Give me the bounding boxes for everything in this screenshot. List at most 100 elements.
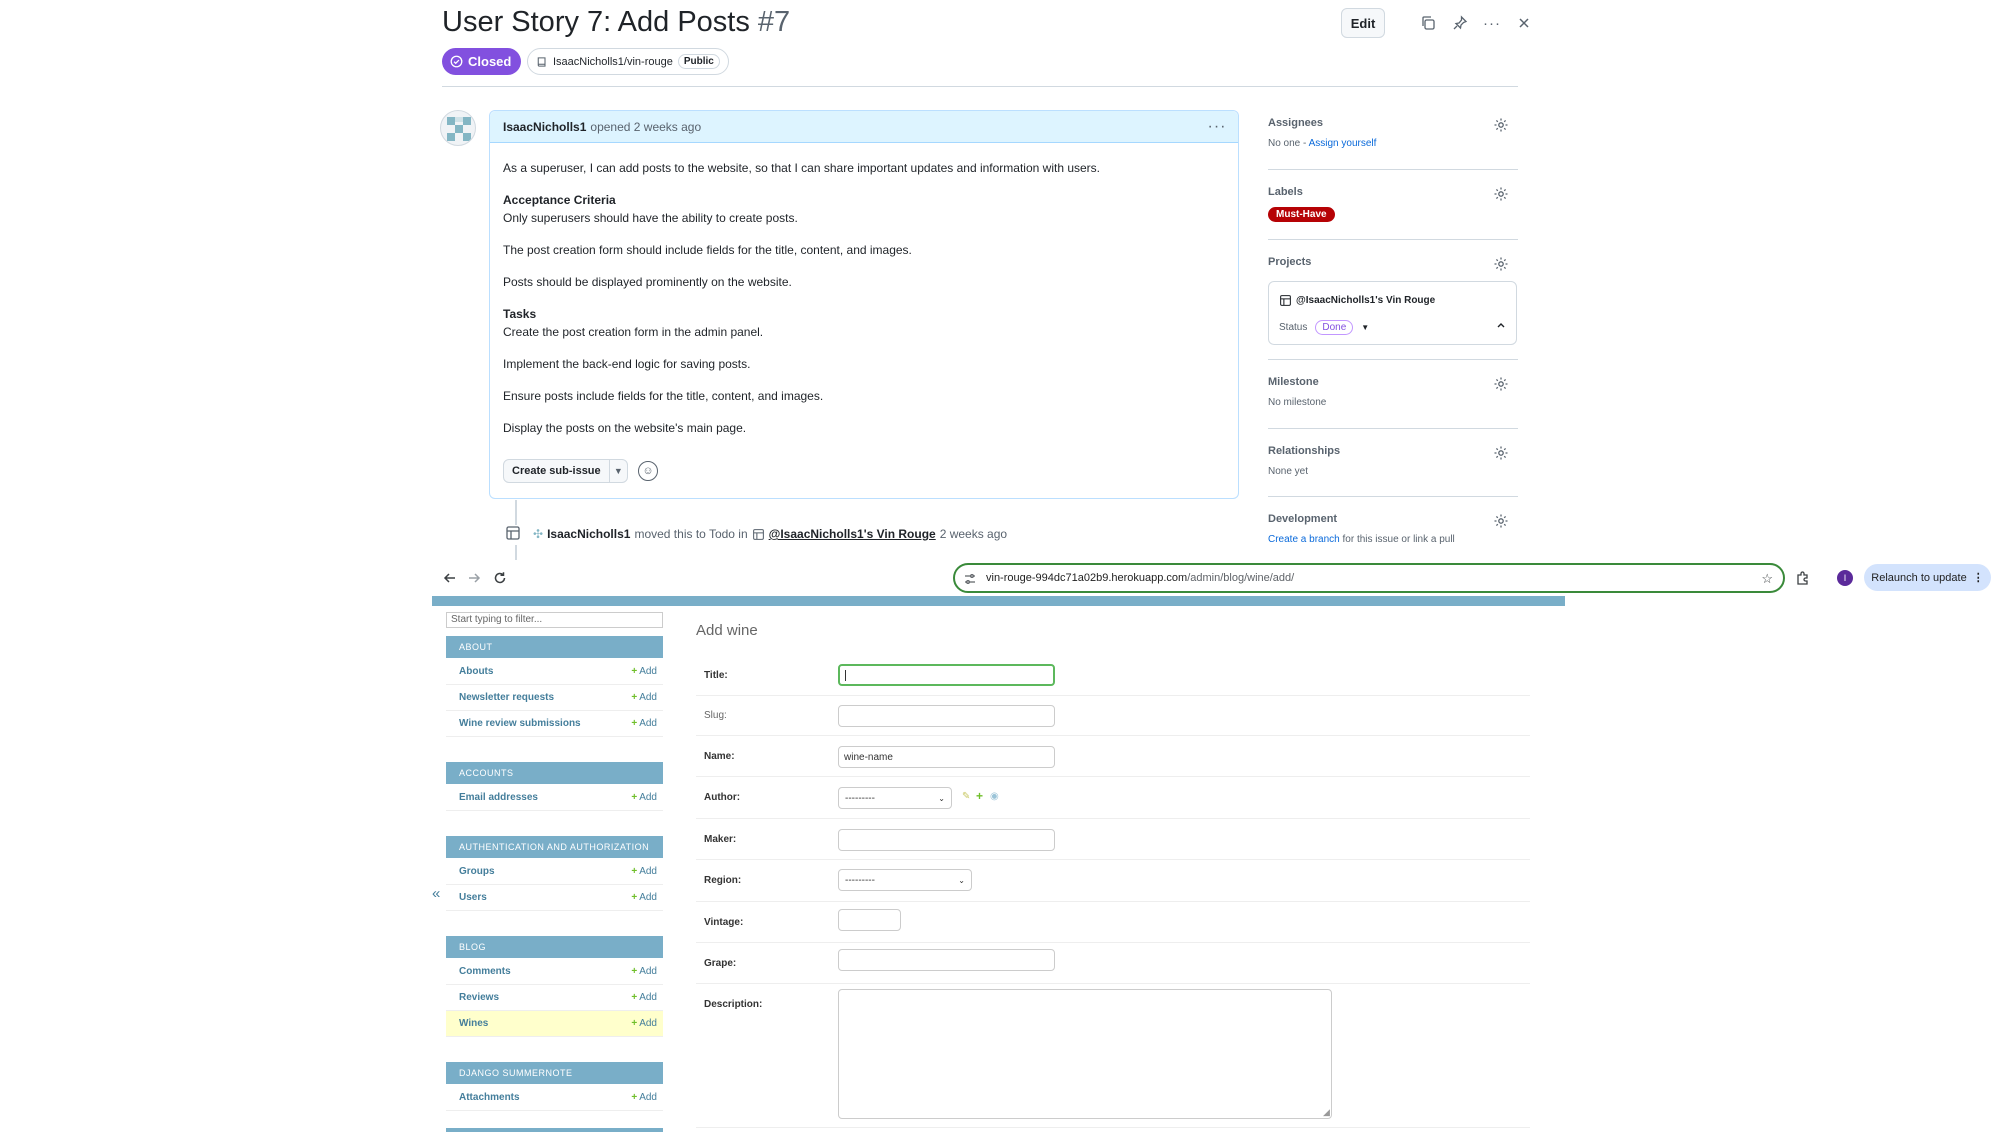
nav-model-row[interactable]: Groups + Add xyxy=(446,859,663,885)
create-branch-link[interactable]: Create a branch xyxy=(1268,534,1340,545)
comment-author[interactable]: IsaacNicholls1 xyxy=(503,120,586,134)
gear-icon[interactable] xyxy=(1493,256,1509,272)
edit-related-icon[interactable]: ✎ xyxy=(962,791,970,802)
nav-add-link[interactable]: + Add xyxy=(631,792,657,803)
nav-add-label[interactable]: Add xyxy=(639,966,657,977)
nav-add-label[interactable]: Add xyxy=(639,718,657,729)
profile-avatar[interactable]: I xyxy=(1837,570,1853,586)
chevron-up-icon[interactable] xyxy=(1496,320,1506,330)
description-textarea[interactable] xyxy=(838,989,1332,1119)
gear-icon[interactable] xyxy=(1493,186,1509,202)
title-input[interactable] xyxy=(838,664,1055,686)
nav-add-link[interactable]: + Add xyxy=(631,718,657,729)
vintage-input[interactable] xyxy=(838,909,901,931)
nav-model-link[interactable]: Newsletter requests xyxy=(459,692,554,703)
address-bar[interactable]: vin-rouge-994dc71a02b9.herokuapp.com/adm… xyxy=(953,563,1785,593)
nav-model-row[interactable]: Abouts + Add xyxy=(446,659,663,685)
reload-icon[interactable] xyxy=(490,568,510,588)
nav-collapse-toggle[interactable]: « xyxy=(432,885,440,902)
nav-model-link[interactable]: Attachments xyxy=(459,1092,520,1103)
maker-input[interactable] xyxy=(838,829,1055,851)
timeline-project-link[interactable]: @IsaacNicholls1's Vin Rouge xyxy=(769,527,936,541)
nav-model-link[interactable]: Abouts xyxy=(459,666,493,677)
grape-input[interactable] xyxy=(838,949,1055,971)
nav-model-row[interactable]: Email addresses + Add xyxy=(446,785,663,811)
relaunch-button[interactable]: Relaunch to update ⋮ xyxy=(1864,564,1991,591)
nav-model-link[interactable]: Email addresses xyxy=(459,792,538,803)
create-sub-issue-label[interactable]: Create sub-issue xyxy=(504,460,610,482)
region-select[interactable]: --------- ⌄ xyxy=(838,869,972,891)
nav-model-row[interactable]: Users + Add xyxy=(446,885,663,911)
nav-add-label[interactable]: Add xyxy=(639,866,657,877)
nav-add-link[interactable]: + Add xyxy=(631,892,657,903)
avatar[interactable] xyxy=(440,110,476,146)
bookmark-star-icon[interactable]: ☆ xyxy=(1761,571,1773,587)
view-related-icon[interactable]: ◉ xyxy=(990,791,999,802)
copy-icon[interactable] xyxy=(1414,8,1442,38)
relaunch-label[interactable]: Relaunch to update xyxy=(1871,572,1966,584)
nav-add-label[interactable]: Add xyxy=(639,666,657,677)
app-caption-summernote[interactable]: DJANGO SUMMERNOTE xyxy=(446,1062,663,1084)
nav-add-label[interactable]: Add xyxy=(639,992,657,1003)
nav-model-link[interactable]: Wine review submissions xyxy=(459,718,581,729)
nav-model-link[interactable]: Groups xyxy=(459,866,495,877)
create-sub-issue-button[interactable]: Create sub-issue ▼ xyxy=(503,459,628,483)
nav-model-link[interactable]: Wines xyxy=(459,1018,488,1029)
smiley-icon[interactable]: ☺ xyxy=(638,461,658,481)
nav-add-label[interactable]: Add xyxy=(639,1092,657,1103)
nav-add-label[interactable]: Add xyxy=(639,892,657,903)
nav-add-label[interactable]: Add xyxy=(639,692,657,703)
nav-model-row[interactable]: Attachments + Add xyxy=(446,1085,663,1111)
app-caption-blog[interactable]: BLOG xyxy=(446,936,663,958)
name-input[interactable]: wine-name xyxy=(838,746,1055,768)
nav-add-link[interactable]: + Add xyxy=(631,966,657,977)
resize-handle-icon[interactable]: ◢ xyxy=(1323,1107,1330,1118)
nav-model-link[interactable]: Comments xyxy=(459,966,511,977)
nav-add-label[interactable]: Add xyxy=(639,1018,657,1029)
edit-button[interactable]: Edit xyxy=(1341,8,1385,38)
nav-model-row[interactable]: Reviews + Add xyxy=(446,985,663,1011)
nav-add-link[interactable]: + Add xyxy=(631,666,657,677)
project-status-value[interactable]: Done xyxy=(1315,320,1354,335)
nav-model-row[interactable]: Newsletter requests + Add xyxy=(446,685,663,711)
chevron-down-icon[interactable]: ▼ xyxy=(610,466,627,476)
nav-add-link[interactable]: + Add xyxy=(631,866,657,877)
author-select[interactable]: --------- ⌄ xyxy=(838,787,952,809)
pin-icon[interactable] xyxy=(1446,8,1474,38)
project-name-row[interactable]: @IsaacNicholls1's Vin Rouge xyxy=(1279,294,1435,307)
nav-model-row[interactable]: Comments + Add xyxy=(446,959,663,985)
nav-add-link[interactable]: + Add xyxy=(631,1018,657,1029)
nav-model-row[interactable]: Wine review submissions + Add xyxy=(446,711,663,737)
gear-icon[interactable] xyxy=(1493,445,1509,461)
forward-icon[interactable] xyxy=(464,568,484,588)
slug-input[interactable] xyxy=(838,705,1055,727)
nav-add-label[interactable]: Add xyxy=(639,792,657,803)
assign-yourself-link[interactable]: Assign yourself xyxy=(1309,138,1377,149)
project-name[interactable]: @IsaacNicholls1's Vin Rouge xyxy=(1296,295,1435,306)
app-caption-auth[interactable]: AUTHENTICATION AND AUTHORIZATION xyxy=(446,836,663,858)
gear-icon[interactable] xyxy=(1493,376,1509,392)
back-icon[interactable] xyxy=(440,568,460,588)
nav-filter-input[interactable]: Start typing to filter... xyxy=(446,612,663,628)
kebab-menu-icon[interactable]: ⋮ xyxy=(1973,571,1984,584)
comment-options-icon[interactable]: ··· xyxy=(1204,114,1230,140)
gear-icon[interactable] xyxy=(1493,513,1509,529)
caret-down-icon[interactable]: ▼ xyxy=(1361,323,1369,332)
nav-model-link[interactable]: Reviews xyxy=(459,992,499,1003)
nav-add-link[interactable]: + Add xyxy=(631,1092,657,1103)
label-chip[interactable]: Must-Have xyxy=(1268,207,1335,222)
nav-add-link[interactable]: + Add xyxy=(631,992,657,1003)
more-options-icon[interactable]: ··· xyxy=(1478,8,1506,38)
add-related-icon[interactable]: + xyxy=(976,789,983,803)
timeline-author[interactable]: IsaacNicholls1 xyxy=(547,527,630,541)
repo-chip[interactable]: IsaacNicholls1/vin-rouge Public xyxy=(527,48,729,75)
app-caption-accounts[interactable]: ACCOUNTS xyxy=(446,762,663,784)
close-icon[interactable] xyxy=(1510,8,1538,38)
nav-add-link[interactable]: + Add xyxy=(631,692,657,703)
site-settings-icon[interactable] xyxy=(963,572,977,586)
app-caption-about[interactable]: ABOUT xyxy=(446,636,663,658)
gear-icon[interactable] xyxy=(1493,117,1509,133)
nav-model-row-current[interactable]: Wines + Add xyxy=(446,1011,663,1037)
nav-model-link[interactable]: Users xyxy=(459,892,487,903)
extensions-icon[interactable] xyxy=(1794,569,1812,587)
